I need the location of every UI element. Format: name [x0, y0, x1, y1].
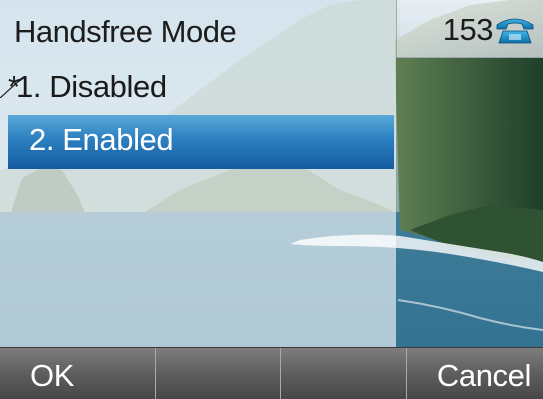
option-disabled[interactable]: *1. Disabled: [8, 62, 394, 115]
option-list: *1. Disabled 2. Enabled: [0, 62, 396, 169]
ok-softkey[interactable]: OK: [0, 348, 156, 399]
cancel-softkey[interactable]: Cancel: [407, 348, 543, 399]
menu-panel: [0, 0, 396, 347]
line-status: 153: [396, 0, 543, 58]
option-enabled[interactable]: 2. Enabled: [8, 115, 394, 169]
softkey-3[interactable]: [281, 348, 407, 399]
option-label: 1. Disabled: [16, 69, 167, 104]
phone-icon: [496, 18, 534, 44]
screen-title: Handsfree Mode: [14, 14, 237, 49]
phone-screen: Handsfree Mode *1. Disabled 2. Enabled 1…: [0, 0, 543, 399]
option-label: 2. Enabled: [29, 122, 174, 157]
softkey-bar: OK Cancel: [0, 347, 543, 399]
current-marker: *: [8, 69, 20, 104]
line-number: 153: [442, 12, 494, 47]
softkey-2[interactable]: [156, 348, 281, 399]
